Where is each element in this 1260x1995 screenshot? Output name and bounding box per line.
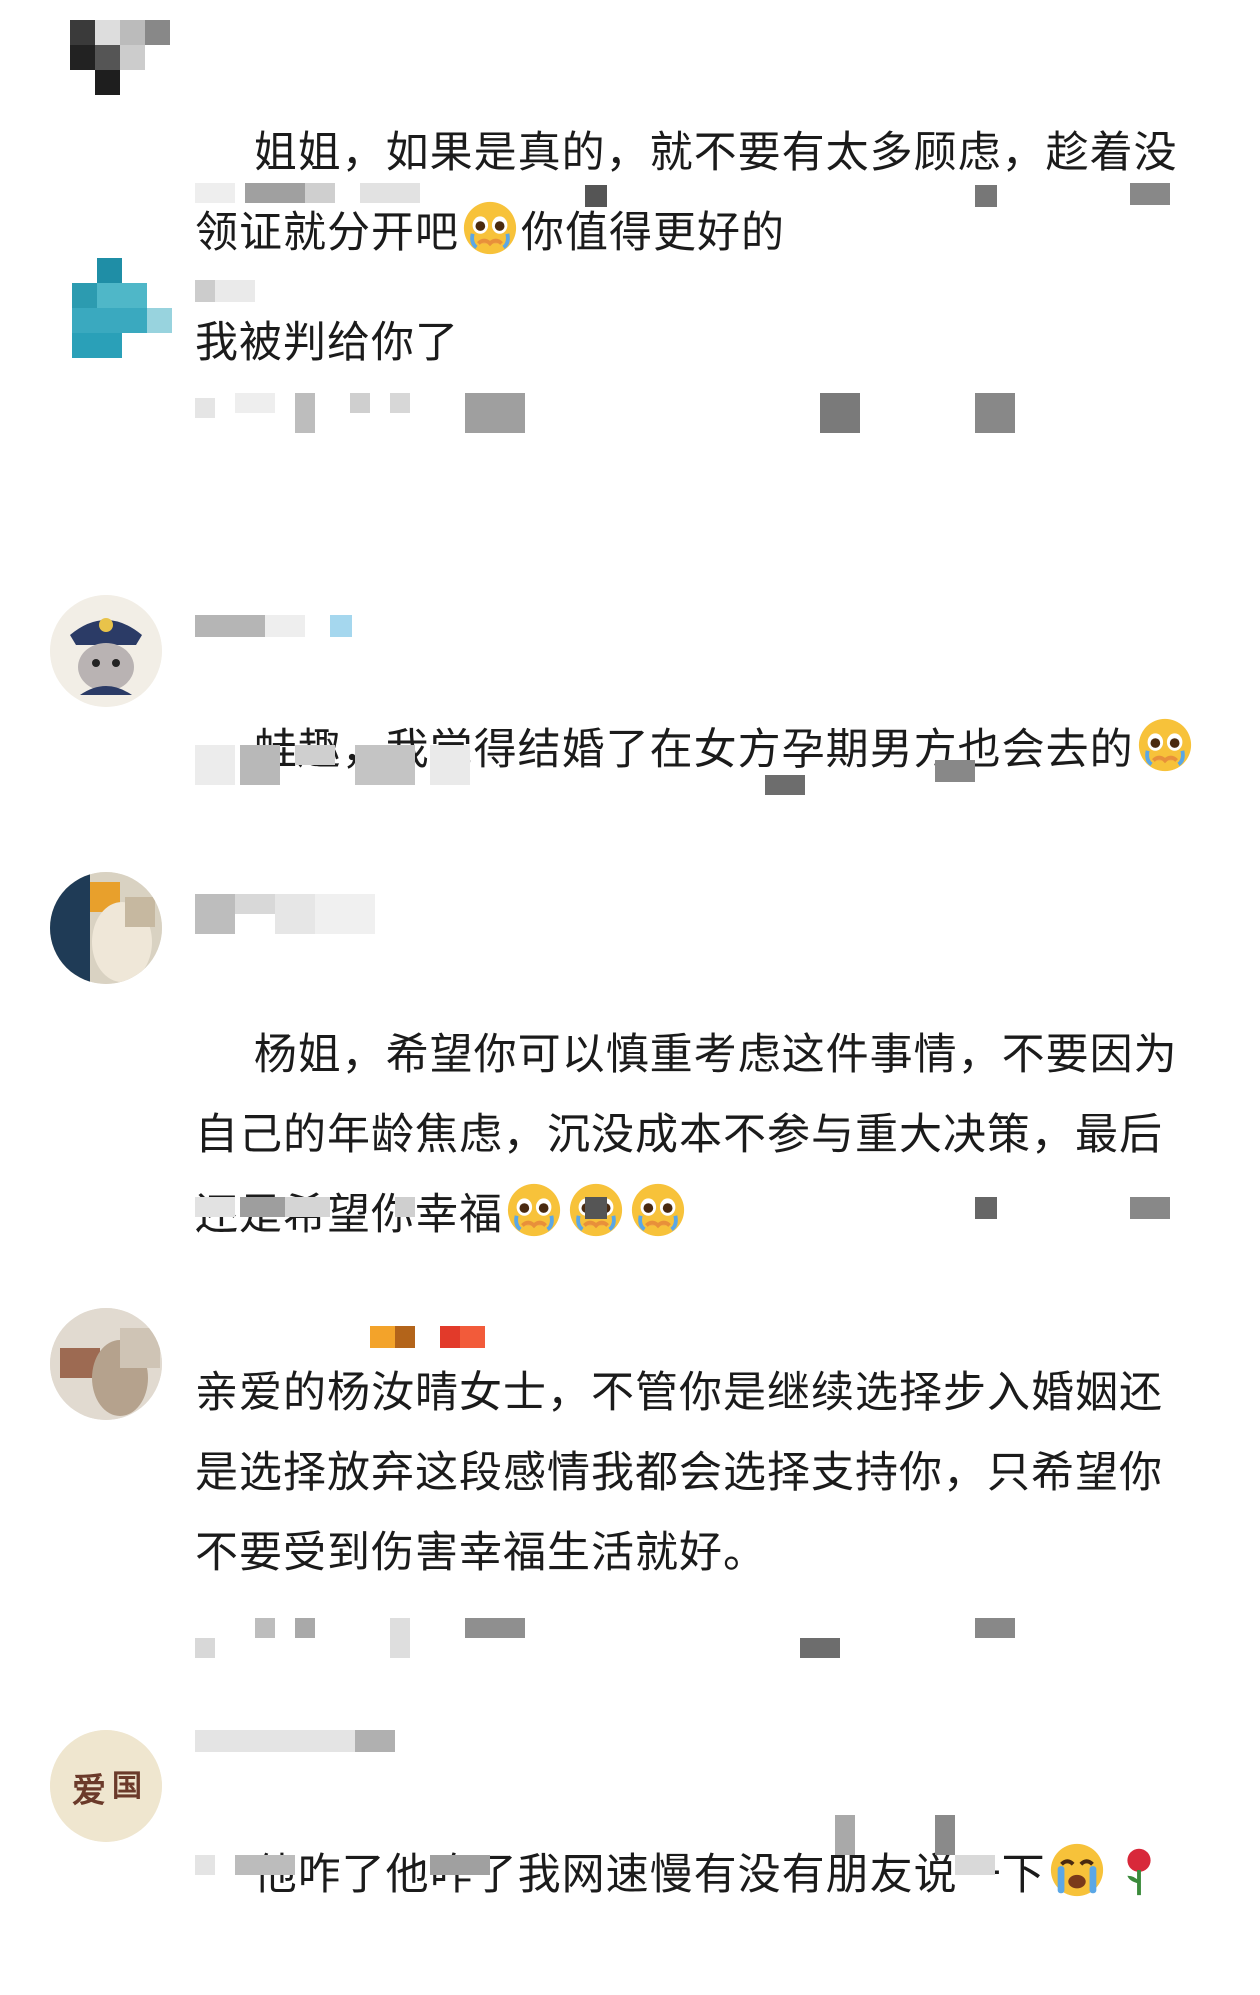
vip-badge-icon bbox=[440, 1326, 460, 1348]
comment-action-bar bbox=[195, 1815, 1235, 1875]
share-icon[interactable] bbox=[465, 393, 525, 433]
share-icon[interactable] bbox=[585, 185, 607, 207]
comment-text: 亲爱的杨汝晴女士，不管你是继续选择步入婚姻还是选择放弃这段感情我都会选择支持你，… bbox=[195, 1368, 1163, 1578]
comment-action-bar bbox=[195, 1618, 1235, 1668]
username[interactable] bbox=[195, 1730, 425, 1758]
comment-icon[interactable] bbox=[800, 1638, 840, 1658]
avatar[interactable] bbox=[72, 258, 172, 358]
share-icon[interactable] bbox=[465, 1618, 525, 1638]
share-icon[interactable] bbox=[765, 775, 805, 795]
avatar[interactable] bbox=[50, 1308, 162, 1420]
comment-icon[interactable] bbox=[835, 1815, 855, 1855]
level-badge-icon bbox=[370, 1326, 395, 1348]
comment-icon[interactable] bbox=[975, 185, 997, 207]
avatar[interactable]: 爱 国 bbox=[50, 1730, 162, 1842]
share-icon[interactable] bbox=[430, 1855, 490, 1875]
like-icon[interactable] bbox=[975, 1618, 1015, 1638]
comment-text: 我被判给你了 bbox=[195, 318, 459, 368]
avatar[interactable] bbox=[50, 595, 162, 707]
comment-action-bar bbox=[195, 393, 1235, 443]
like-icon[interactable] bbox=[935, 1815, 955, 1855]
comment-action-bar bbox=[195, 745, 1235, 795]
like-icon[interactable] bbox=[935, 760, 975, 782]
comment-action-bar bbox=[195, 1197, 1235, 1247]
like-icon[interactable] bbox=[975, 393, 1015, 433]
comment-icon[interactable] bbox=[820, 393, 860, 433]
svg-text:国: 国 bbox=[112, 1769, 142, 1804]
like-icon[interactable] bbox=[1130, 183, 1170, 205]
comment-action-bar bbox=[195, 175, 1235, 225]
user-photo-icon bbox=[50, 872, 162, 984]
svg-text:爱: 爱 bbox=[72, 1771, 106, 1811]
like-icon[interactable] bbox=[1130, 1197, 1170, 1219]
comment-text: 他咋了他咋了我网速慢有没有朋友说一下 bbox=[195, 1755, 1205, 1995]
user-photo-icon: 爱 国 bbox=[50, 1730, 162, 1842]
avatar[interactable] bbox=[50, 872, 162, 984]
user-photo-icon bbox=[50, 1308, 162, 1420]
username[interactable] bbox=[195, 894, 415, 934]
comment-text: 杨姐，希望你可以慎重考虑这件事情，不要因为自己的年龄焦虑，沉没成本不参与重大决策… bbox=[195, 935, 1205, 1335]
username[interactable] bbox=[195, 1326, 485, 1354]
comment-icon[interactable] bbox=[975, 1197, 997, 1219]
share-icon[interactable] bbox=[585, 1197, 607, 1219]
avatar[interactable] bbox=[70, 20, 170, 100]
police-rabbit-icon bbox=[50, 595, 162, 707]
